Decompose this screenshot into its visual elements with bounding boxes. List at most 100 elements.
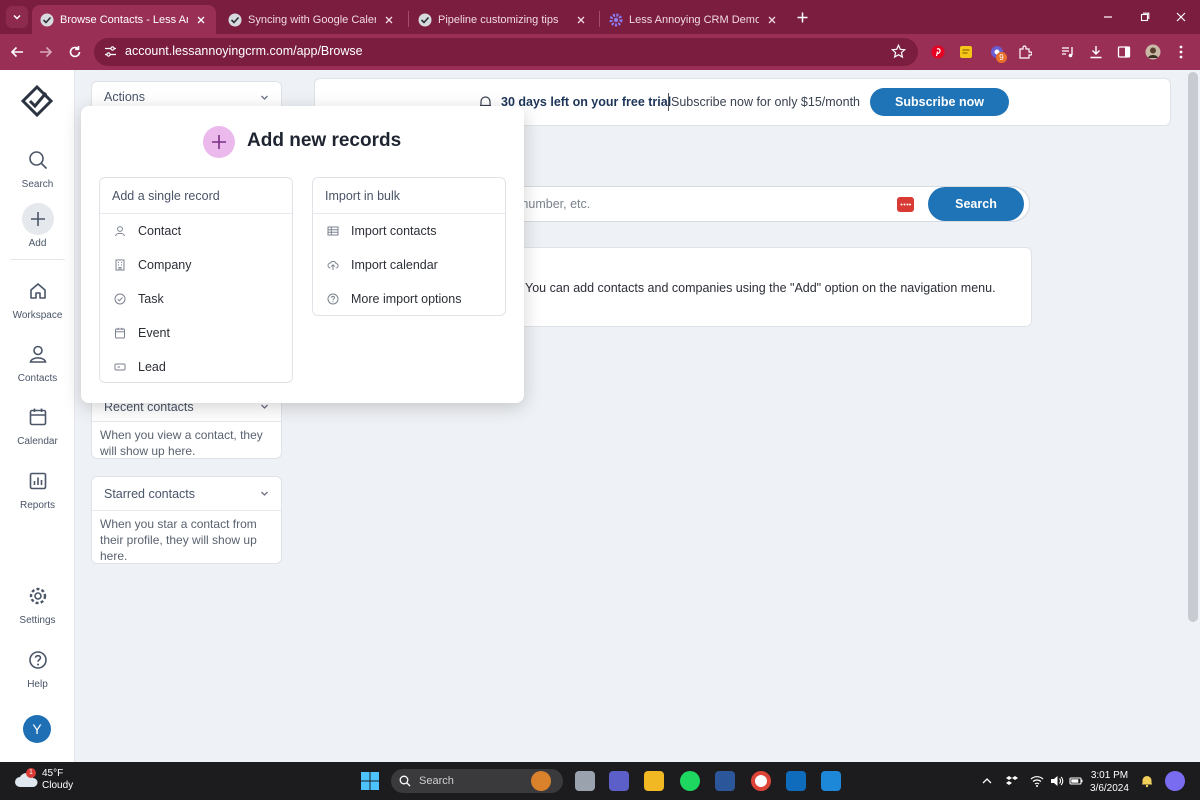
arrow-left-icon — [10, 46, 23, 58]
add-company-item[interactable]: Company — [100, 248, 292, 282]
volume-icon[interactable] — [1050, 774, 1064, 788]
actions-title: Actions — [104, 90, 145, 104]
nav-help[interactable]: Help — [0, 644, 75, 700]
import-calendar-item[interactable]: Import calendar — [313, 248, 505, 282]
side-panel-icon — [1117, 46, 1131, 58]
nav-reports[interactable]: Reports — [0, 465, 75, 521]
check-circle-icon — [114, 293, 126, 305]
site-settings-icon[interactable] — [104, 45, 117, 58]
nav-calendar[interactable]: Calendar — [0, 401, 75, 457]
search-button[interactable]: Search — [928, 187, 1024, 221]
battery-icon[interactable] — [1069, 774, 1083, 788]
tab-divider — [408, 11, 409, 27]
profile-avatar-icon — [1145, 44, 1161, 60]
add-task-item[interactable]: Task — [100, 282, 292, 316]
nav-label: Settings — [19, 615, 56, 626]
dropbox-icon[interactable] — [1005, 774, 1019, 788]
page-scrollbar[interactable] — [1188, 72, 1198, 622]
close-icon — [1176, 12, 1186, 22]
lacrm-logo-icon[interactable] — [20, 84, 54, 118]
add-lead-item[interactable]: Lead — [100, 350, 292, 384]
news-app-icon[interactable] — [821, 771, 841, 791]
tab-search-button[interactable] — [6, 6, 28, 28]
close-window-button[interactable] — [1172, 8, 1190, 26]
password-manager-icon[interactable] — [897, 197, 914, 212]
tab-pipeline-tips[interactable]: Pipeline customizing tips — [410, 5, 596, 34]
chevron-up-icon[interactable] — [980, 774, 994, 788]
new-tab-button[interactable] — [793, 8, 811, 26]
reload-button[interactable] — [66, 43, 84, 61]
taskbar-search[interactable]: Search — [391, 769, 563, 793]
url-text: account.lessannoyingcrm.com/app/Browse — [125, 44, 363, 58]
close-icon[interactable] — [765, 13, 779, 27]
chevron-down-icon — [261, 95, 268, 100]
spotify-icon[interactable] — [680, 771, 700, 791]
back-button[interactable] — [8, 43, 26, 61]
more-vertical-icon — [1179, 45, 1183, 59]
media-controls-button[interactable] — [1059, 43, 1077, 61]
browser-tab-bar: Browse Contacts - Less Annoying CRM Sync… — [0, 0, 1200, 34]
notification-bell-icon[interactable] — [1140, 774, 1154, 788]
windows-taskbar: 1 45°F Cloudy Search 3:01 PM 3/6/2024 — [0, 762, 1200, 800]
nav-workspace[interactable]: Workspace — [0, 275, 75, 331]
nav-settings[interactable]: Settings — [0, 580, 75, 636]
nav-contacts[interactable]: Contacts — [0, 338, 75, 394]
chrome-icon[interactable] — [751, 771, 771, 791]
address-bar[interactable]: account.lessannoyingcrm.com/app/Browse — [94, 38, 918, 66]
teams-icon[interactable] — [609, 771, 629, 791]
sticky-notes-extension[interactable] — [957, 43, 975, 61]
extensions-button[interactable] — [1016, 43, 1034, 61]
extension-with-badge[interactable]: 9 — [988, 43, 1007, 63]
puzzle-icon — [1019, 45, 1032, 59]
add-contact-item[interactable]: Contact — [100, 214, 292, 248]
windows-start-icon[interactable] — [360, 771, 380, 791]
task-view-icon[interactable] — [575, 771, 595, 791]
import-contacts-item[interactable]: Import contacts — [313, 214, 505, 248]
weather-condition: Cloudy — [42, 780, 74, 791]
tab-syncing-google[interactable]: Syncing with Google Calendar — [220, 5, 404, 34]
item-label: More import options — [351, 292, 462, 306]
nav-add[interactable]: Add — [0, 203, 75, 259]
outlook-icon[interactable] — [786, 771, 806, 791]
lacrm-favicon-icon — [228, 13, 242, 26]
clock-date: 3/6/2024 — [1090, 783, 1129, 794]
close-icon[interactable] — [382, 13, 396, 27]
user-avatar[interactable]: Y — [23, 715, 51, 743]
calendar-icon — [22, 401, 54, 433]
pinterest-extension[interactable] — [929, 43, 947, 61]
minimize-button[interactable] — [1099, 8, 1117, 26]
starred-contacts-header[interactable]: Starred contacts — [92, 477, 281, 511]
item-label: Company — [138, 258, 192, 272]
downloads-button[interactable] — [1087, 43, 1105, 61]
word-icon[interactable] — [715, 771, 735, 791]
file-explorer-icon[interactable] — [644, 771, 664, 791]
notes-icon — [960, 46, 972, 58]
trial-subscribe-text: Subscribe now for only $15/month — [671, 95, 860, 109]
browser-menu-button[interactable] — [1172, 43, 1190, 61]
more-import-options-item[interactable]: More import options — [313, 282, 505, 316]
wifi-icon[interactable] — [1030, 774, 1044, 788]
close-icon[interactable] — [194, 13, 208, 27]
nav-search[interactable]: Search — [0, 144, 75, 200]
nav-label: Help — [27, 679, 48, 690]
chevron-down-icon — [261, 404, 268, 409]
tab-browse-contacts[interactable]: Browse Contacts - Less Annoying CRM — [32, 5, 216, 34]
search-icon — [22, 144, 54, 176]
restore-icon — [1140, 12, 1150, 22]
restore-button[interactable] — [1136, 8, 1154, 26]
starred-contacts-panel: Starred contacts When you star a contact… — [91, 476, 282, 564]
subscribe-now-button[interactable]: Subscribe now — [870, 88, 1009, 116]
side-panel-button[interactable] — [1115, 43, 1133, 61]
add-event-item[interactable]: Event — [100, 316, 292, 350]
tab-title: Pipeline customizing tips — [438, 13, 559, 26]
bookmark-star-icon[interactable] — [891, 44, 906, 59]
copilot-icon[interactable] — [1165, 771, 1185, 791]
profile-button[interactable] — [1144, 43, 1162, 61]
weather-widget[interactable]: 1 45°F Cloudy — [14, 768, 73, 792]
tab-title: Syncing with Google Calendar — [248, 13, 376, 26]
item-label: Contact — [138, 224, 182, 238]
forward-button[interactable] — [37, 43, 55, 61]
taskbar-clock[interactable]: 3:01 PM 3/6/2024 — [1090, 769, 1129, 795]
tab-crm-demo[interactable]: Less Annoying CRM Demo — [601, 5, 787, 34]
close-icon[interactable] — [574, 13, 588, 27]
